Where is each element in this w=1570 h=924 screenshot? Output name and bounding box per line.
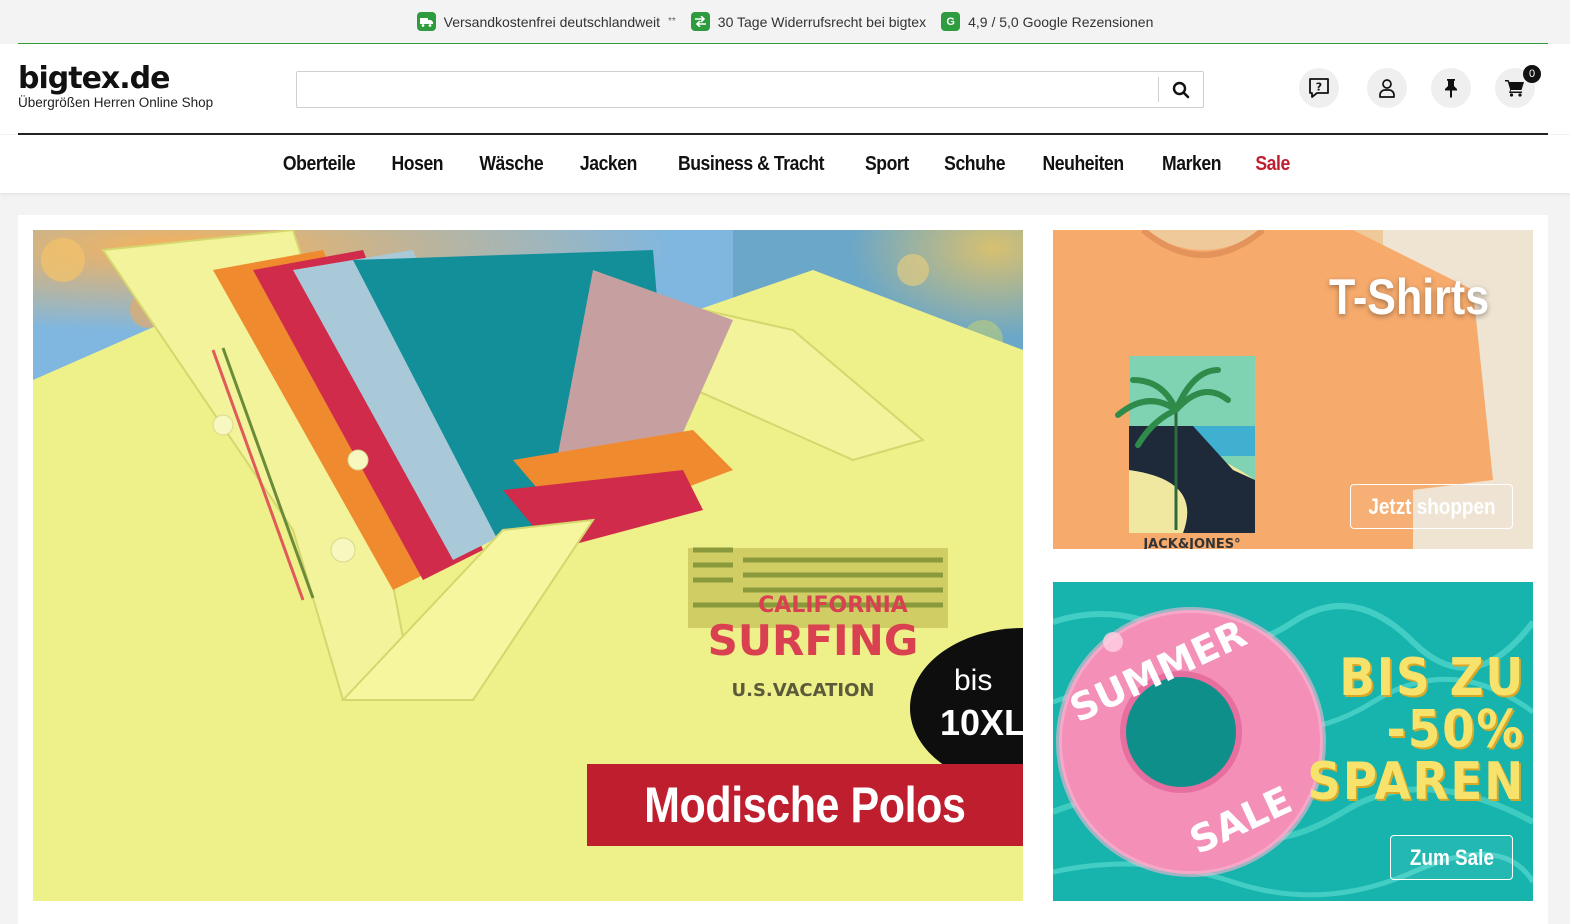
print-us-vacation: U.S.VACATION [732,680,875,701]
nav-item-sport[interactable]: Sport [865,153,909,176]
cart-icon [1505,80,1524,97]
return-arrows-icon [690,12,710,31]
hero-cta-button[interactable]: Modische Polos [587,764,1023,846]
wishlist-button[interactable] [1431,68,1471,108]
nav-item-neuheiten[interactable]: Neuheiten [1043,153,1125,176]
usp-reviews[interactable]: G 4,9 / 5,0 Google Rezensionen [941,12,1153,31]
nav-item-sale[interactable]: Sale [1255,153,1290,176]
nav-item-oberteile[interactable]: Oberteile [283,153,356,176]
search-bar [296,71,1204,108]
logo[interactable]: bigtex.de Übergrößen Herren Online Shop [18,64,214,111]
search-button[interactable] [1159,72,1203,107]
print-jack-jones: JACK&JONES° [1142,537,1240,549]
nav-item-schuhe[interactable]: Schuhe [944,153,1005,176]
nav-item-hosen[interactable]: Hosen [392,153,444,176]
usp-shipping-footnote: ** [668,16,676,27]
truck-icon [416,12,436,31]
tshirts-shop-label: Jetzt shoppen [1367,493,1496,519]
user-icon [1379,79,1395,98]
zum-sale-button[interactable]: Zum Sale [1390,835,1513,880]
banner-tshirts[interactable]: JACK&JONES° T-Shirts Jetzt shoppen [1053,230,1533,549]
hero-banner-polos[interactable]: CALIFORNIA SURFING U.S.VACATION bis 10XL… [33,230,1023,901]
zum-sale-label: Zum Sale [1409,844,1494,870]
usp-reviews-text[interactable]: 4,9 / 5,0 Google Rezensionen [968,14,1153,30]
usp-return: 30 Tage Widerrufsrecht bei bigtex [690,12,927,31]
sale-headline: BIS ZU -50% SPAREN [1283,652,1525,808]
search-input[interactable] [297,72,1157,107]
cart-count-badge: 0 [1523,65,1541,83]
main-navigation: Oberteile Hosen Wäsche Jacken Business &… [0,135,1570,193]
help-button[interactable]: ? [1299,68,1339,108]
print-surfing: SURFING [708,616,919,665]
size-badge-line2: 10XL [940,702,1023,743]
usp-shipping: Versandkostenfrei deutschlandweit ** [416,12,676,31]
logo-brand[interactable]: bigtex.de [18,64,213,94]
sale-line-2: -50% [1386,700,1525,760]
usp-return-text: 30 Tage Widerrufsrecht bei bigtex [717,13,927,30]
nav-item-jacken[interactable]: Jacken [580,153,638,176]
tshirts-title: T-Shirts [1328,269,1489,325]
pin-icon [1445,79,1457,98]
help-chat-icon: ? [1309,78,1329,98]
nav-item-business-tracht[interactable]: Business & Tracht [678,153,825,176]
search-icon [1172,81,1190,98]
banner-summer-sale[interactable]: SUMMER SALE BIS ZU -50% SPAREN Zum Sale [1053,582,1533,901]
nav-item-marken[interactable]: Marken [1162,153,1221,176]
cart-button[interactable]: 0 [1495,65,1541,108]
usp-shipping-text: Versandkostenfrei deutschlandweit [443,13,660,30]
logo-claim: Übergrößen Herren Online Shop [18,95,214,110]
top-info-bar: Versandkostenfrei deutschlandweit ** 30 … [0,0,1570,43]
size-badge-line1: bis [954,664,993,697]
print-california: CALIFORNIA [758,593,908,618]
account-button[interactable] [1367,68,1407,108]
sale-line-1: BIS ZU [1339,648,1525,708]
tshirts-shop-button[interactable]: Jetzt shoppen [1350,484,1513,529]
sale-line-3: SPAREN [1307,752,1525,812]
svg-text:?: ? [1316,81,1322,94]
nav-item-waesche[interactable]: Wäsche [479,153,543,176]
google-icon: G [941,12,961,31]
hero-cta-label: Modische Polos [644,777,966,833]
site-header: bigtex.de Übergrößen Herren Online Shop … [0,44,1570,134]
